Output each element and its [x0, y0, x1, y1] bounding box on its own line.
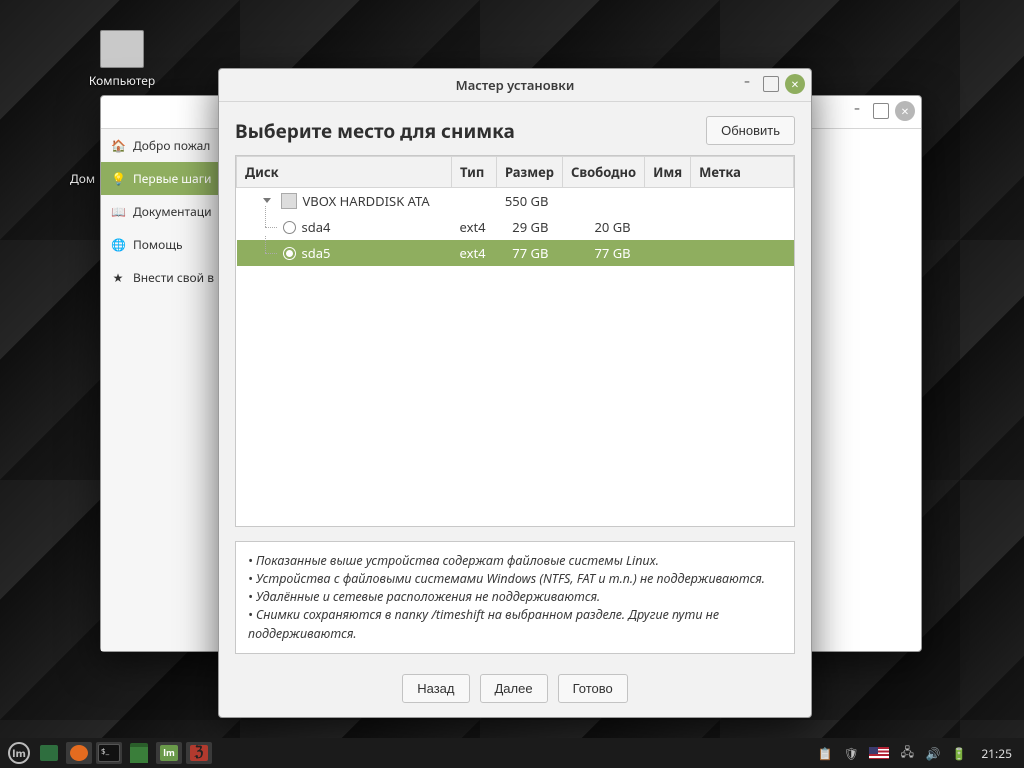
chevron-down-icon[interactable] [263, 198, 271, 203]
desktop-icon-label: Компьютер [82, 72, 162, 89]
sidebar-item-documentation[interactable]: 📖Документаци [101, 195, 236, 228]
done-button[interactable]: Готово [558, 674, 628, 703]
col-name[interactable]: Имя [645, 157, 691, 188]
note-line: Удалённые и сетевые расположения не подд… [248, 588, 782, 606]
wizard-window: Мастер установки Выберите место для сним… [218, 68, 812, 718]
network-icon[interactable]: 🖧 [899, 745, 915, 761]
harddisk-icon [281, 193, 297, 209]
keyboard-layout-us[interactable] [869, 747, 889, 759]
terminal-icon: $_ [98, 744, 120, 762]
refresh-button[interactable]: Обновить [706, 116, 795, 145]
col-label[interactable]: Метка [691, 157, 794, 188]
minimize-button[interactable] [737, 74, 757, 94]
col-size[interactable]: Размер [497, 157, 563, 188]
welcome-sidebar: 🏠Добро пожал 💡Первые шаги 📖Документаци 🌐… [101, 129, 237, 651]
globe-icon: 🌐 [111, 236, 125, 253]
timeshift-icon: ℨ [190, 745, 208, 761]
disk-row[interactable]: VBOX HARDDISK ATA550 GB [237, 188, 794, 215]
close-button[interactable] [895, 101, 915, 121]
col-type[interactable]: Тип [452, 157, 497, 188]
device-tree[interactable]: Диск Тип Размер Свободно Имя Метка VBOX … [235, 155, 795, 527]
note-line: Показанные выше устройства содержат файл… [248, 552, 782, 570]
volume-icon[interactable]: 🔊 [925, 745, 941, 761]
close-button[interactable] [785, 74, 805, 94]
sidebar-item-welcome[interactable]: 🏠Добро пожал [101, 129, 236, 162]
wizard-heading: Выберите место для снимка [235, 118, 515, 144]
task-welcome[interactable]: lm [156, 742, 182, 764]
maximize-button[interactable] [763, 76, 779, 92]
desktop-icon-computer[interactable]: Компьютер [82, 30, 162, 89]
taskbar[interactable]: ⅼⅿ $_ lm ℨ 📋 🛡 🖧 🔊 🔋 21:25 [0, 738, 1024, 768]
computer-icon [100, 30, 144, 68]
radio-button[interactable] [283, 247, 296, 260]
desktop-icon-home-label[interactable]: Дом [70, 170, 95, 187]
minimize-button[interactable] [847, 101, 867, 121]
sidebar-item-help[interactable]: 🌐Помощь [101, 228, 236, 261]
note-line: Устройства с файловыми системами Windows… [248, 570, 782, 588]
col-free[interactable]: Свободно [562, 157, 644, 188]
task-files[interactable] [126, 742, 152, 764]
col-disk[interactable]: Диск [237, 157, 452, 188]
home-icon: 🏠 [111, 137, 125, 154]
folder-icon [130, 743, 148, 763]
desktop-icon [40, 745, 58, 761]
clock[interactable]: 21:25 [977, 745, 1016, 762]
task-firefox[interactable] [66, 742, 92, 764]
star-icon: ★ [111, 269, 125, 286]
wizard-titlebar[interactable]: Мастер установки [219, 69, 811, 102]
task-timeshift[interactable]: ℨ [186, 742, 212, 764]
bulb-icon: 💡 [111, 170, 125, 187]
sidebar-item-first-steps[interactable]: 💡Первые шаги [101, 162, 236, 195]
back-button[interactable]: Назад [402, 674, 469, 703]
battery-icon[interactable]: 🔋 [951, 745, 967, 761]
firefox-icon [70, 745, 88, 761]
system-tray: 📋 🛡 🖧 🔊 🔋 21:25 [817, 745, 1018, 762]
wizard-title: Мастер установки [456, 76, 575, 94]
menu-button[interactable]: ⅼⅿ [6, 742, 32, 764]
updates-icon[interactable]: 📋 [817, 745, 833, 761]
show-desktop-button[interactable] [36, 742, 62, 764]
maximize-button[interactable] [873, 103, 889, 119]
shield-icon[interactable]: 🛡 [843, 745, 859, 761]
note-line: Снимки сохраняются в папку /timeshift на… [248, 606, 782, 642]
partition-row[interactable]: sda4ext429 GB20 GB [237, 214, 794, 240]
partition-row[interactable]: sda5ext477 GB77 GB [237, 240, 794, 266]
next-button[interactable]: Далее [480, 674, 548, 703]
notes-box: Показанные выше устройства содержат файл… [235, 541, 795, 654]
radio-button[interactable] [283, 221, 296, 234]
book-icon: 📖 [111, 203, 125, 220]
mint-logo-icon: ⅼⅿ [8, 742, 30, 764]
mint-icon: lm [160, 745, 178, 761]
sidebar-item-contribute[interactable]: ★Внести свой в [101, 261, 236, 294]
task-terminal[interactable]: $_ [96, 742, 122, 764]
